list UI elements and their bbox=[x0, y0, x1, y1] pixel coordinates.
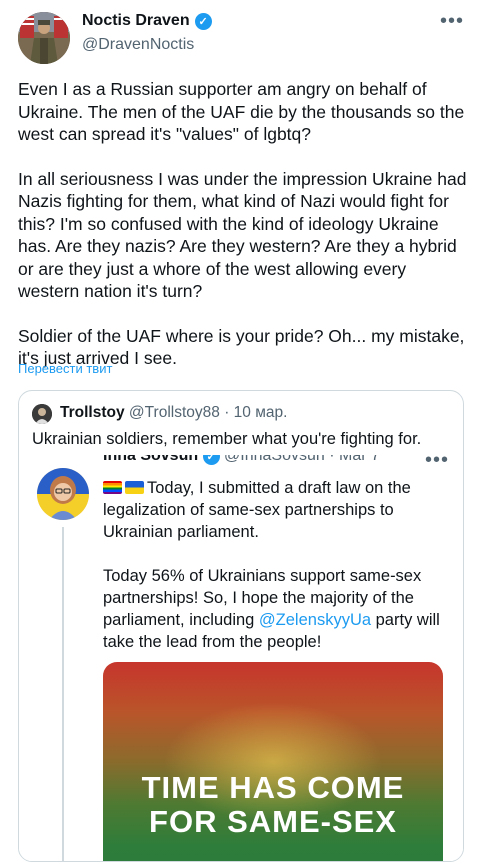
embedded-author-name: Inna Sovsun bbox=[103, 455, 199, 464]
embedded-author-avatar bbox=[37, 468, 89, 520]
mention-link: @ZelenskyyUa bbox=[258, 611, 372, 629]
quote-date: · 10 мар. bbox=[224, 404, 288, 421]
embedded-screenshot: Inna Sovsun ✓ @InnaSovsun · Mar 7 ••• To… bbox=[19, 455, 463, 861]
author-handle[interactable]: @DravenNoctis bbox=[82, 36, 194, 54]
embedded-paragraph: Today 56% of Ukrainians support same-sex… bbox=[103, 565, 443, 653]
banner-headline-line2: FOR SAME-SEX bbox=[149, 804, 397, 839]
embedded-banner-image: TIME HAS COME FOR SAME-SEX bbox=[103, 662, 443, 861]
verified-badge-icon: ✓ bbox=[194, 12, 212, 30]
embedded-paragraph-text: Today, I submitted a draft law on the le… bbox=[103, 479, 411, 541]
embedded-tweet-text: Today, I submitted a draft law on the le… bbox=[103, 477, 443, 675]
tweet-paragraph: Even I as a Russian supporter am angry o… bbox=[18, 79, 465, 144]
quote-author-handle: @Trollstoy88 bbox=[128, 404, 220, 421]
rainbow-flag-icon bbox=[103, 481, 122, 494]
embedded-date: · Mar 7 bbox=[329, 455, 380, 464]
tweet-text: Even I as a Russian supporter am angry o… bbox=[18, 78, 468, 392]
quote-author-line: Trollstoy @Trollstoy88 · 10 мар. bbox=[60, 404, 287, 422]
embedded-verified-icon: ✓ bbox=[202, 455, 220, 465]
author-avatar[interactable] bbox=[18, 12, 70, 64]
banner-headline-line1: TIME HAS COME bbox=[141, 770, 405, 805]
embedded-author-handle: @InnaSovsun bbox=[224, 455, 325, 464]
author-name[interactable]: Noctis Draven bbox=[82, 12, 190, 30]
author-name-row[interactable]: Noctis Draven ✓ bbox=[82, 12, 212, 30]
quote-author-avatar bbox=[32, 404, 52, 424]
embedded-more-icon: ••• bbox=[425, 455, 450, 471]
embedded-author-line: Inna Sovsun ✓ @InnaSovsun · Mar 7 bbox=[103, 455, 380, 465]
more-options-icon[interactable]: ••• bbox=[440, 10, 464, 33]
tweet-paragraph: In all seriousness I was under the impre… bbox=[18, 168, 467, 302]
quote-text: Ukrainian soldiers, remember what you're… bbox=[32, 430, 422, 448]
quote-tweet-card[interactable]: Trollstoy @Trollstoy88 · 10 мар. Ukraini… bbox=[18, 390, 464, 862]
thread-line bbox=[62, 527, 64, 861]
embedded-paragraph: Today, I submitted a draft law on the le… bbox=[103, 477, 443, 543]
translate-tweet-link[interactable]: Перевести твит bbox=[18, 361, 112, 376]
ukraine-flag-icon bbox=[125, 481, 144, 494]
quote-author-name: Trollstoy bbox=[60, 404, 125, 421]
